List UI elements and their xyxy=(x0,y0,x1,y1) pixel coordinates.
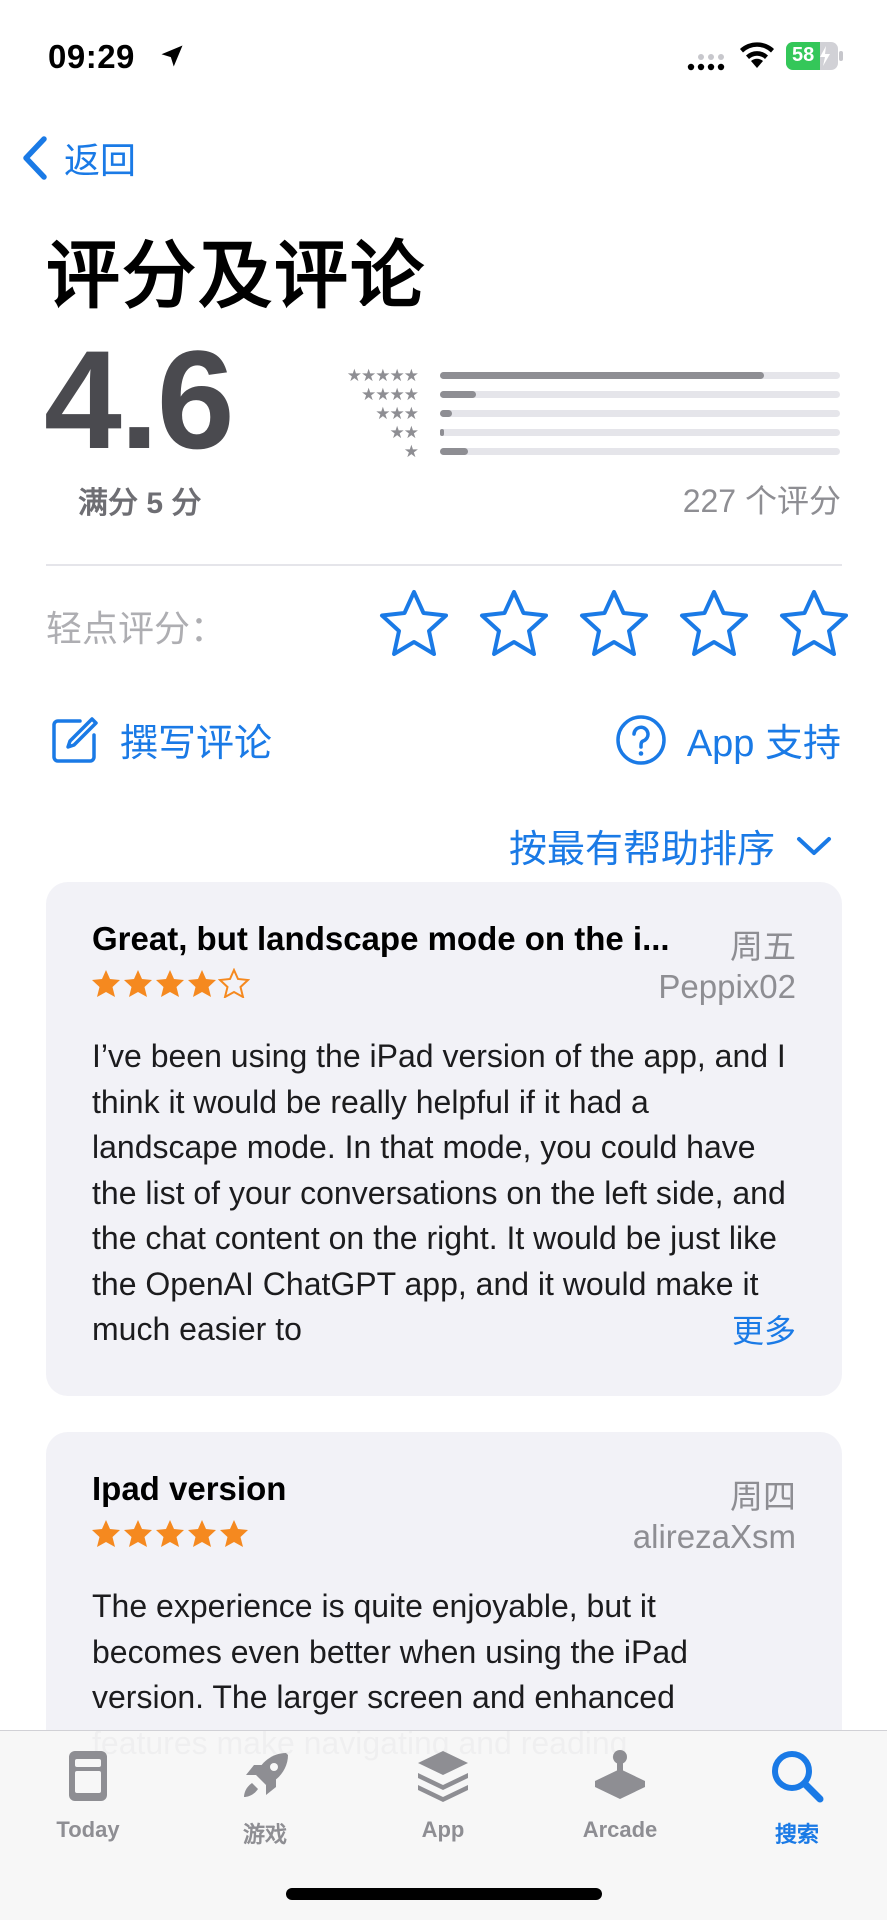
star-filled-icon xyxy=(124,970,152,997)
star-filled-icon xyxy=(156,970,184,997)
histogram-stars: ★★ xyxy=(389,423,420,442)
status-time: 09:29 xyxy=(48,38,135,75)
chevron-down-icon xyxy=(797,836,831,855)
histogram-fill xyxy=(440,391,476,398)
histogram-fill xyxy=(440,448,468,455)
rate-star-1-icon[interactable] xyxy=(374,588,454,658)
review-card[interactable]: Great, but landscape mode on the i... 周五… xyxy=(46,882,842,1396)
histogram-row: ★★★★ xyxy=(328,385,842,404)
out-of-label: 满分 5 分 xyxy=(78,487,202,520)
histogram-track xyxy=(440,429,840,436)
review-stars xyxy=(90,968,250,998)
back-button[interactable]: 返回 xyxy=(20,130,136,186)
histogram-row: ★★★ xyxy=(328,404,842,423)
star-empty-icon xyxy=(218,968,250,998)
cellular-signal-icon xyxy=(687,54,725,71)
average-score: 4.6 xyxy=(44,321,235,478)
histogram-fill xyxy=(440,410,452,417)
star-filled-icon xyxy=(92,1520,120,1547)
review-date: 周五 xyxy=(730,928,796,965)
rate-star-2-icon[interactable] xyxy=(474,588,554,658)
tab-today[interactable]: Today xyxy=(18,1745,158,1843)
sort-dropdown[interactable]: 按最有帮助排序 xyxy=(509,818,833,873)
histogram-stars: ★★★ xyxy=(375,404,419,423)
tab-label: Arcade xyxy=(582,1817,658,1842)
rating-histogram: ★★★★★ ★★★★ ★★★ ★★ ★ xyxy=(328,366,842,461)
tab-label: App xyxy=(421,1817,465,1842)
star-filled-icon xyxy=(124,1520,152,1547)
ratings-reviews-page: 09:29 58 返回 评分及评论 4.6 满分 5 分 ★★★★★ ★★★★ … xyxy=(0,0,887,1920)
location-arrow-icon xyxy=(161,45,183,67)
wifi-icon xyxy=(740,42,774,68)
star-filled-icon xyxy=(188,1520,216,1547)
histogram-stars: ★ xyxy=(403,442,419,461)
joystick-icon xyxy=(595,1750,645,1799)
histogram-fill xyxy=(440,429,444,436)
histogram-track xyxy=(440,391,840,398)
star-filled-icon xyxy=(220,1520,248,1547)
page-title: 评分及评论 xyxy=(46,234,426,317)
rate-star-4-icon[interactable] xyxy=(674,588,754,658)
star-filled-icon xyxy=(188,970,216,997)
histogram-fill xyxy=(440,372,764,379)
back-label: 返回 xyxy=(64,140,137,181)
app-stack-icon xyxy=(418,1751,468,1802)
tap-to-rate-stars xyxy=(374,588,854,658)
tab-label: Today xyxy=(56,1817,120,1842)
histogram-track xyxy=(440,410,840,417)
search-icon xyxy=(772,1751,824,1803)
rating-count: 227 个评分 xyxy=(682,483,841,519)
write-review-button[interactable]: 撰写评论 xyxy=(50,712,272,767)
tab-label: 搜索 xyxy=(774,1822,819,1847)
app-support-label: App 支持 xyxy=(686,723,841,765)
tab-search[interactable]: 搜索 xyxy=(727,1745,867,1849)
histogram-stars: ★★★★ xyxy=(361,385,419,404)
status-bar: 09:29 58 xyxy=(0,0,887,110)
tap-to-rate-label: 轻点评分： xyxy=(46,608,227,649)
review-author: alirezaXsm xyxy=(632,1518,796,1555)
rate-star-5-icon[interactable] xyxy=(774,588,854,658)
app-support-button[interactable]: App 支持 xyxy=(615,712,841,767)
star-filled-icon xyxy=(156,1520,184,1547)
review-title: Ipad version xyxy=(92,1470,287,1507)
write-review-label: 撰写评论 xyxy=(120,723,273,765)
question-circle-icon xyxy=(616,714,666,765)
tab-apps[interactable]: App xyxy=(373,1745,513,1843)
chevron-left-icon xyxy=(23,136,47,180)
histogram-row: ★ xyxy=(328,442,842,461)
battery-level: 58 xyxy=(792,44,815,66)
rocket-icon xyxy=(244,1753,288,1797)
histogram-stars: ★★★★★ xyxy=(346,366,419,385)
review-author: Peppix02 xyxy=(658,968,796,1005)
home-indicator[interactable] xyxy=(286,1888,602,1900)
review-title: Great, but landscape mode on the i... xyxy=(92,920,670,957)
tab-games[interactable]: 游戏 xyxy=(195,1745,335,1849)
tab-label: 游戏 xyxy=(242,1822,287,1847)
histogram-track xyxy=(440,372,840,379)
today-icon xyxy=(69,1751,107,1801)
histogram-row: ★★ xyxy=(328,423,842,442)
histogram-row: ★★★★★ xyxy=(328,366,842,385)
star-filled-icon xyxy=(92,970,120,997)
rate-star-3-icon[interactable] xyxy=(574,588,654,658)
more-link[interactable]: 更多 xyxy=(653,1306,796,1352)
divider xyxy=(46,564,842,566)
review-date: 周四 xyxy=(730,1478,796,1515)
compose-icon xyxy=(52,716,98,763)
sort-label: 按最有帮助排序 xyxy=(508,829,775,871)
tab-arcade[interactable]: Arcade xyxy=(550,1745,690,1843)
histogram-track xyxy=(440,448,840,455)
review-stars xyxy=(90,1518,250,1548)
